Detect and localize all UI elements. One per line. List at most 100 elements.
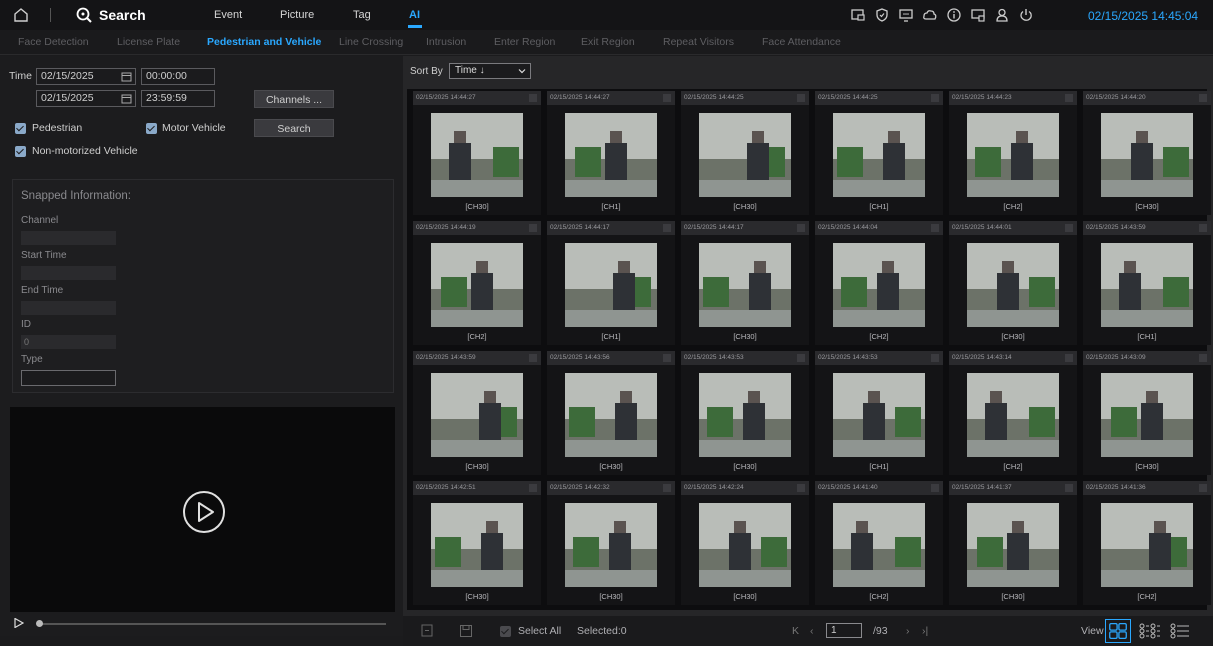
card-checkbox[interactable] xyxy=(1065,94,1073,102)
result-card[interactable]: 02/15/2025 14:44:04 [CH2] xyxy=(815,221,943,345)
snapshot-thumbnail[interactable] xyxy=(967,243,1059,327)
result-card[interactable]: 02/15/2025 14:43:59 [CH30] xyxy=(413,351,541,475)
playback-icon[interactable] xyxy=(850,7,866,23)
grid-view-icon[interactable] xyxy=(1105,619,1131,643)
result-card[interactable]: 02/15/2025 14:44:27 [CH30] xyxy=(413,91,541,215)
calendar-icon[interactable] xyxy=(121,93,132,104)
result-card[interactable]: 02/15/2025 14:44:17 [CH30] xyxy=(681,221,809,345)
last-page-icon[interactable]: ›| xyxy=(922,625,928,637)
start-time-field[interactable]: 00:00:00 xyxy=(141,68,215,85)
result-card[interactable]: 02/15/2025 14:43:53 [CH30] xyxy=(681,351,809,475)
tab-repeat-visitors[interactable]: Repeat Visitors xyxy=(663,36,734,48)
result-card[interactable]: 02/15/2025 14:41:37 [CH30] xyxy=(949,481,1077,605)
tab-line-crossing[interactable]: Line Crossing xyxy=(339,36,403,48)
snapshot-thumbnail[interactable] xyxy=(565,243,657,327)
select-all-checkbox[interactable] xyxy=(500,626,511,637)
channels-button[interactable]: Channels ... xyxy=(254,90,334,108)
info-icon[interactable] xyxy=(946,7,962,23)
tab-license-plate[interactable]: License Plate xyxy=(117,36,180,48)
timeline-handle[interactable] xyxy=(36,620,43,627)
card-checkbox[interactable] xyxy=(529,354,537,362)
result-card[interactable]: 02/15/2025 14:41:40 [CH2] xyxy=(815,481,943,605)
card-checkbox[interactable] xyxy=(1065,354,1073,362)
play-icon[interactable] xyxy=(14,618,24,628)
card-checkbox[interactable] xyxy=(797,354,805,362)
result-card[interactable]: 02/15/2025 14:42:24 [CH30] xyxy=(681,481,809,605)
card-checkbox[interactable] xyxy=(663,484,671,492)
snapshot-thumbnail[interactable] xyxy=(833,503,925,587)
snapshot-thumbnail[interactable] xyxy=(431,503,523,587)
result-card[interactable]: 02/15/2025 14:44:01 [CH30] xyxy=(949,221,1077,345)
start-date-field[interactable]: 02/15/2025 xyxy=(36,68,136,85)
snapshot-thumbnail[interactable] xyxy=(699,113,791,197)
result-card[interactable]: 02/15/2025 14:42:51 [CH30] xyxy=(413,481,541,605)
search-button[interactable]: Search xyxy=(254,119,334,137)
card-checkbox[interactable] xyxy=(663,94,671,102)
monitor-chat-icon[interactable] xyxy=(898,7,914,23)
result-card[interactable]: 02/15/2025 14:44:20 [CH30] xyxy=(1083,91,1211,215)
result-card[interactable]: 02/15/2025 14:44:17 [CH1] xyxy=(547,221,675,345)
tab-exit-region[interactable]: Exit Region xyxy=(581,36,635,48)
snapshot-thumbnail[interactable] xyxy=(833,243,925,327)
power-icon[interactable] xyxy=(1018,7,1034,23)
snapshot-thumbnail[interactable] xyxy=(431,243,523,327)
menu-event[interactable]: Event xyxy=(214,9,242,21)
end-date-field[interactable]: 02/15/2025 xyxy=(36,90,136,107)
card-checkbox[interactable] xyxy=(931,354,939,362)
end-time-field[interactable]: 23:59:59 xyxy=(141,90,215,107)
card-checkbox[interactable] xyxy=(529,224,537,232)
snapshot-thumbnail[interactable] xyxy=(833,373,925,457)
snapshot-thumbnail[interactable] xyxy=(431,113,523,197)
home-icon[interactable] xyxy=(12,6,30,24)
play-icon[interactable] xyxy=(182,490,226,534)
snapshot-thumbnail[interactable] xyxy=(699,243,791,327)
card-checkbox[interactable] xyxy=(1065,224,1073,232)
snapshot-thumbnail[interactable] xyxy=(967,373,1059,457)
card-checkbox[interactable] xyxy=(931,94,939,102)
card-checkbox[interactable] xyxy=(1065,484,1073,492)
user-icon[interactable] xyxy=(994,7,1010,23)
tab-pedestrian-and-vehicle[interactable]: Pedestrian and Vehicle xyxy=(207,36,321,48)
snapshot-thumbnail[interactable] xyxy=(1101,503,1193,587)
list-view-icon[interactable] xyxy=(1167,619,1193,643)
result-card[interactable]: 02/15/2025 14:42:32 [CH30] xyxy=(547,481,675,605)
snapshot-thumbnail[interactable] xyxy=(833,113,925,197)
pedestrian-checkbox[interactable] xyxy=(15,123,26,134)
card-checkbox[interactable] xyxy=(931,484,939,492)
menu-ai[interactable]: AI xyxy=(409,9,420,21)
card-checkbox[interactable] xyxy=(797,224,805,232)
tab-intrusion[interactable]: Intrusion xyxy=(426,36,466,48)
card-checkbox[interactable] xyxy=(663,354,671,362)
result-card[interactable]: 02/15/2025 14:44:25 [CH1] xyxy=(815,91,943,215)
save-icon[interactable] xyxy=(459,624,473,638)
snapshot-thumbnail[interactable] xyxy=(1101,373,1193,457)
next-page-icon[interactable]: › xyxy=(906,625,910,637)
first-page-icon[interactable]: K xyxy=(792,625,799,637)
menu-picture[interactable]: Picture xyxy=(280,9,314,21)
result-card[interactable]: 02/15/2025 14:41:36 [CH2] xyxy=(1083,481,1211,605)
tab-face-detection[interactable]: Face Detection xyxy=(18,36,89,48)
snapshot-thumbnail[interactable] xyxy=(565,373,657,457)
cloud-icon[interactable] xyxy=(922,7,938,23)
result-card[interactable]: 02/15/2025 14:43:59 [CH1] xyxy=(1083,221,1211,345)
export-icon[interactable] xyxy=(421,624,435,638)
timeline-track[interactable] xyxy=(38,623,386,625)
snapshot-thumbnail[interactable] xyxy=(431,373,523,457)
result-card[interactable]: 02/15/2025 14:44:25 [CH30] xyxy=(681,91,809,215)
card-checkbox[interactable] xyxy=(1199,354,1207,362)
snapshot-thumbnail[interactable] xyxy=(1101,113,1193,197)
card-checkbox[interactable] xyxy=(797,484,805,492)
snapshot-thumbnail[interactable] xyxy=(1101,243,1193,327)
snapshot-thumbnail[interactable] xyxy=(967,113,1059,197)
card-checkbox[interactable] xyxy=(1199,224,1207,232)
card-checkbox[interactable] xyxy=(529,94,537,102)
card-checkbox[interactable] xyxy=(1199,484,1207,492)
tab-enter-region[interactable]: Enter Region xyxy=(494,36,555,48)
result-card[interactable]: 02/15/2025 14:43:14 [CH2] xyxy=(949,351,1077,475)
video-preview[interactable] xyxy=(10,407,395,612)
motor-vehicle-checkbox[interactable] xyxy=(146,123,157,134)
calendar-icon[interactable] xyxy=(121,71,132,82)
tab-face-attendance[interactable]: Face Attendance xyxy=(762,36,841,48)
detail-list-view-icon[interactable] xyxy=(1136,619,1162,643)
prev-page-icon[interactable]: ‹ xyxy=(810,625,814,637)
